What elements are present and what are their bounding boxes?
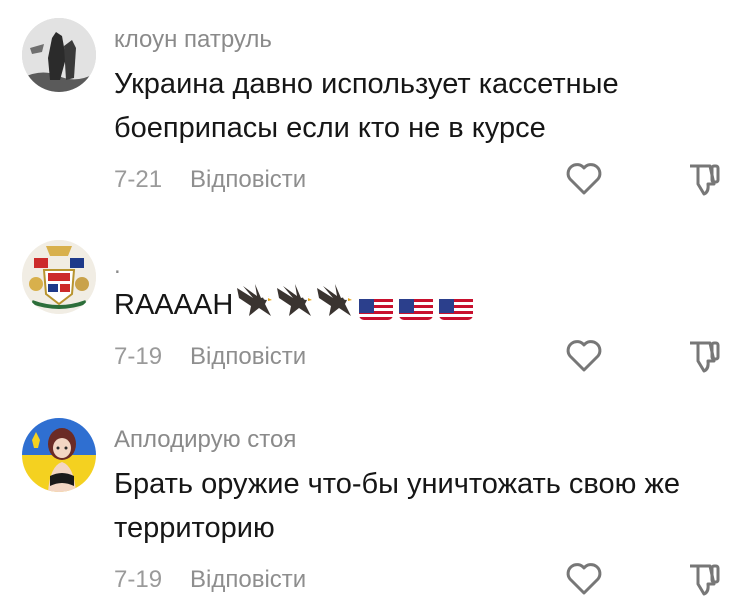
- comment-date: 7-19: [114, 343, 163, 370]
- reply-button[interactable]: Відповісти: [190, 343, 306, 371]
- like-icon[interactable]: [566, 562, 602, 596]
- comment-username[interactable]: Аплодирую стоя: [114, 426, 296, 454]
- eagle-icon: [275, 282, 313, 331]
- comment-meta: 7-19 Відповісти: [114, 343, 306, 371]
- comment-meta: 7-21 Відповісти: [114, 166, 306, 194]
- eagle-icon: [315, 282, 353, 331]
- like-icon[interactable]: [566, 339, 602, 373]
- reply-button[interactable]: Відповісти: [190, 566, 306, 594]
- dislike-icon[interactable]: [684, 162, 722, 198]
- comment-text-content: RAAAAH: [114, 289, 234, 322]
- reply-button[interactable]: Відповісти: [190, 166, 306, 194]
- comment-username[interactable]: клоун патруль: [114, 26, 272, 54]
- dislike-icon[interactable]: [684, 562, 722, 598]
- us-flag-icon: [399, 294, 434, 320]
- avatar[interactable]: [22, 18, 96, 92]
- comment-meta: 7-19 Відповісти: [114, 566, 306, 594]
- comment-date: 7-21: [114, 166, 163, 193]
- avatar[interactable]: [22, 240, 96, 314]
- eagle-icon: [235, 282, 273, 331]
- comment-text: Украина давно использует кассетные боепр…: [114, 68, 619, 144]
- avatar[interactable]: [22, 418, 96, 492]
- us-flag-icon: [359, 294, 394, 320]
- comment-date: 7-19: [114, 566, 163, 593]
- like-icon[interactable]: [566, 162, 602, 196]
- comment-text: Брать оружие что-бы уничтожать свою же т…: [114, 468, 680, 544]
- dislike-icon[interactable]: [684, 339, 722, 375]
- comment-username[interactable]: .: [114, 252, 121, 280]
- comment-text: RAAAAH: [114, 282, 724, 331]
- us-flag-icon: [439, 294, 474, 320]
